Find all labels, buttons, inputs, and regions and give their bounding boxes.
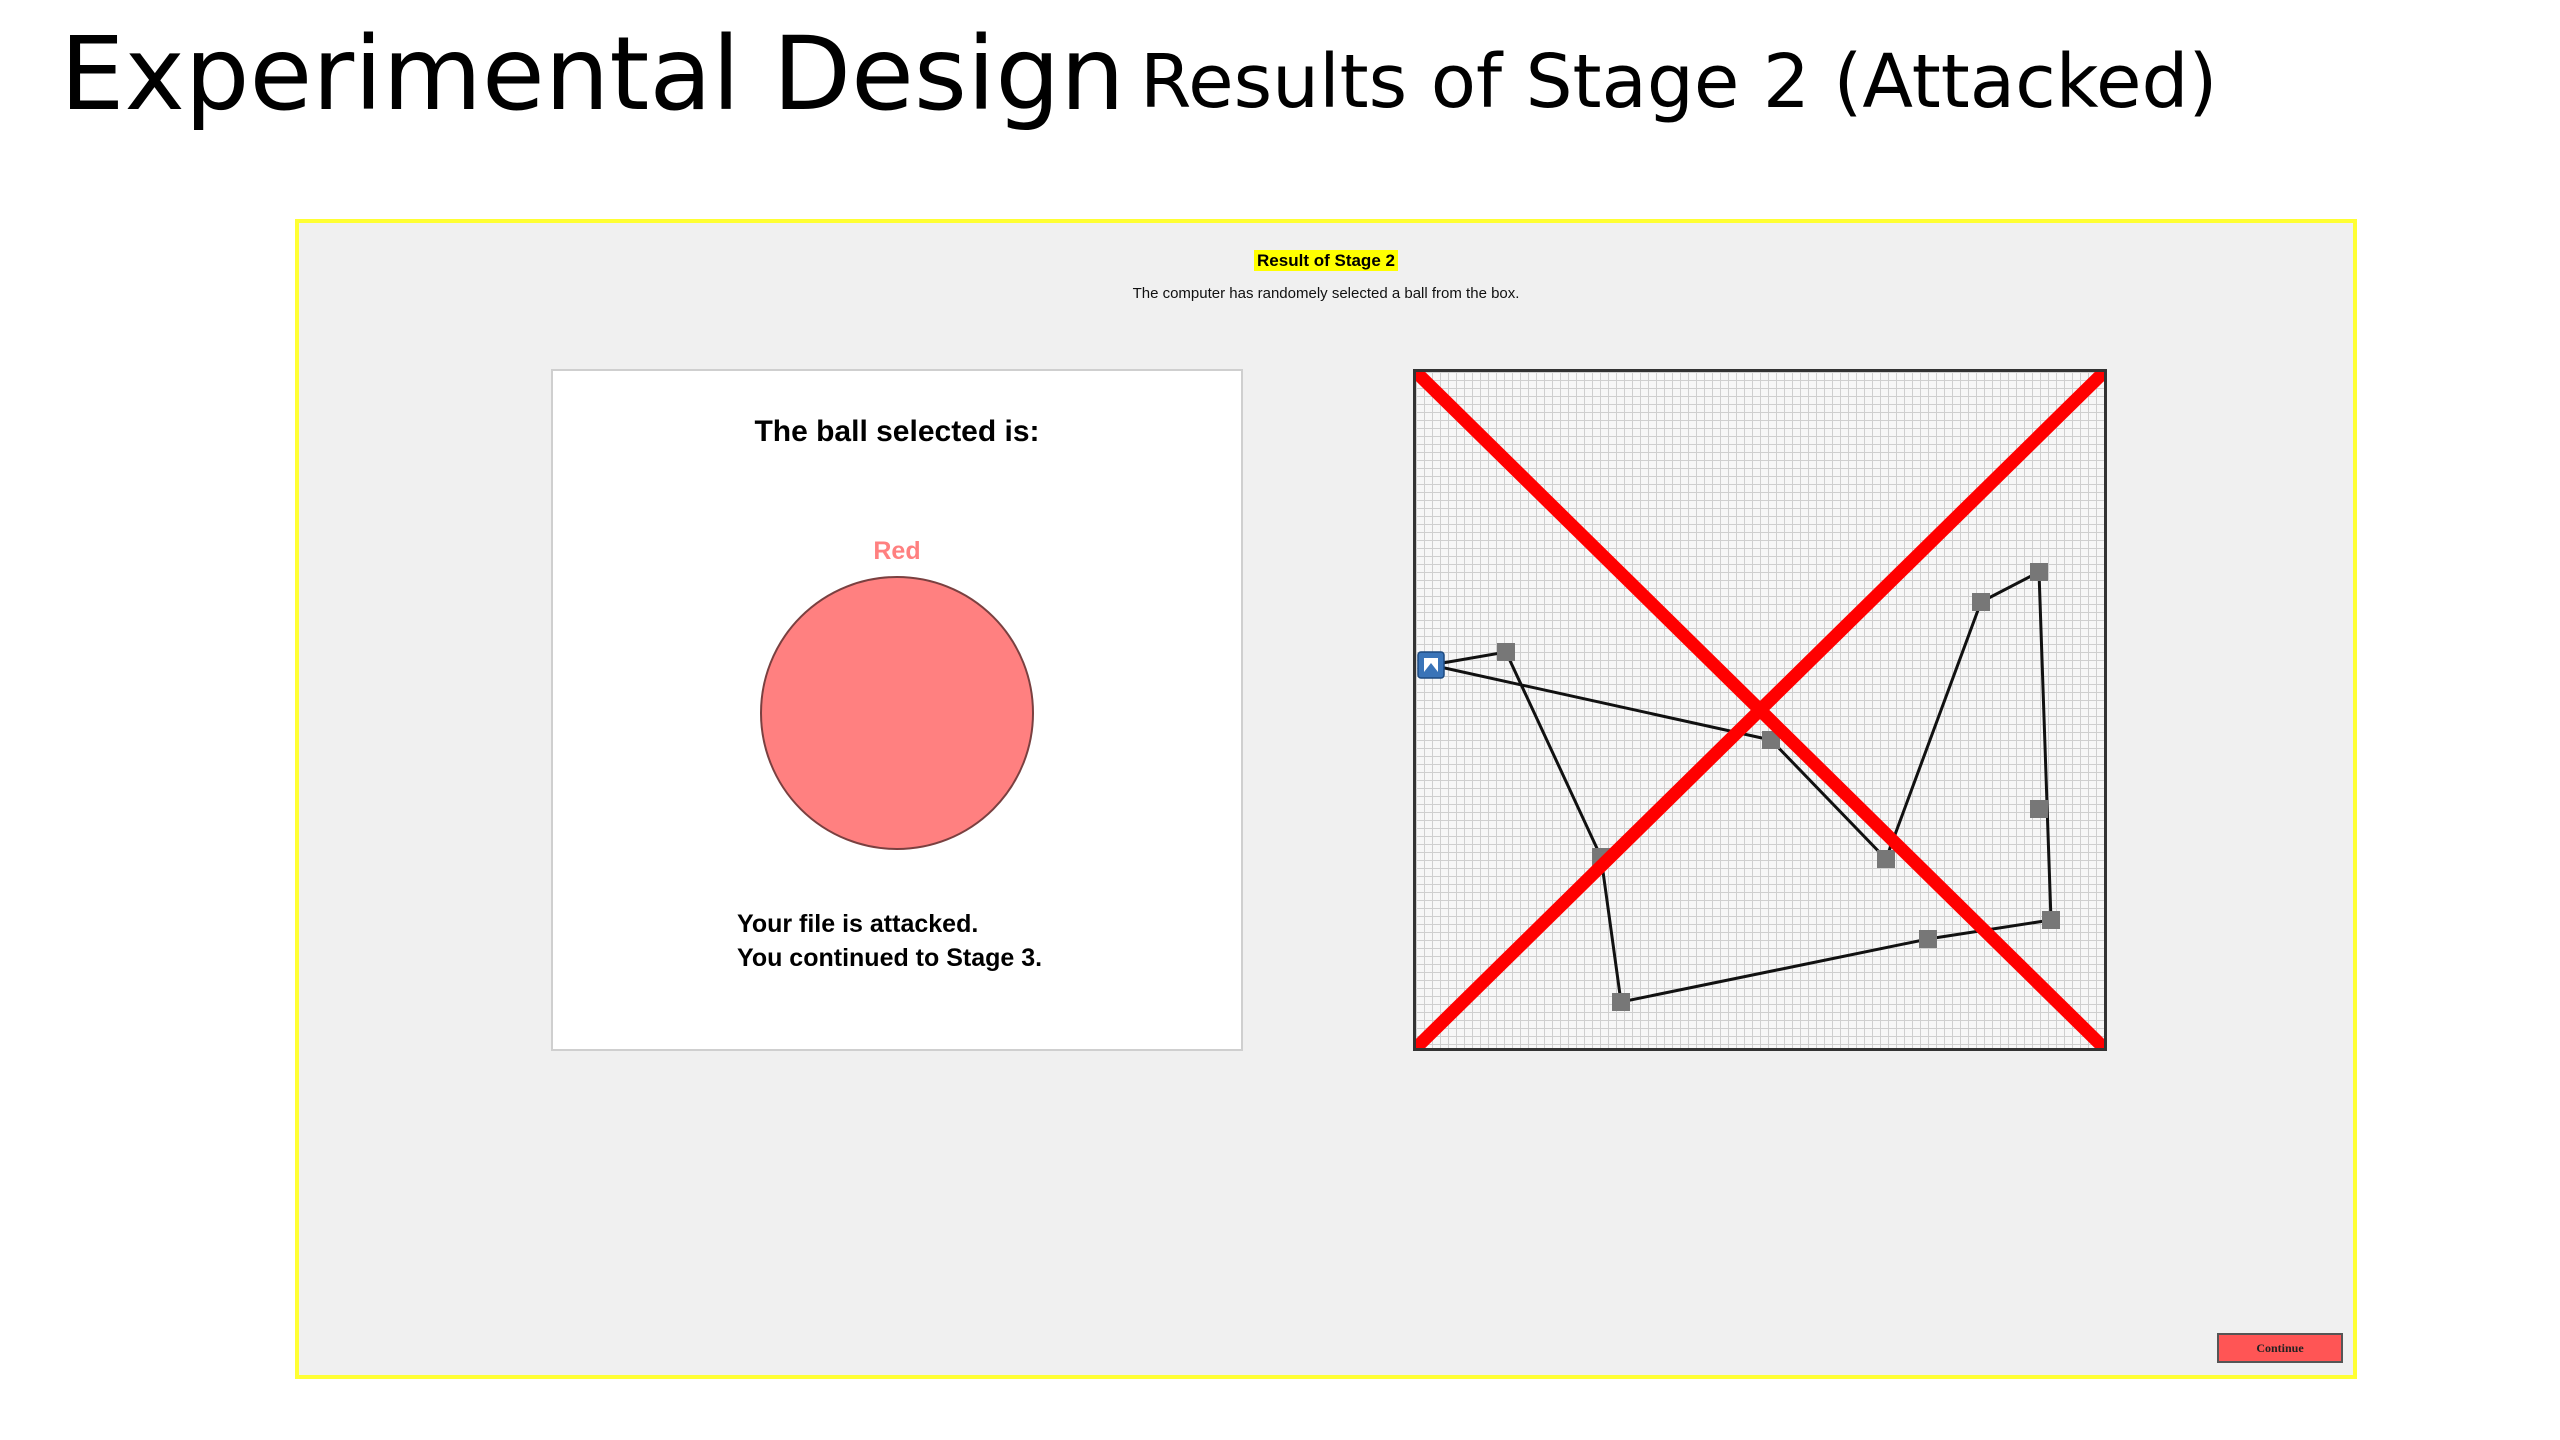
attack-message-line-2: You continued to Stage 3. — [737, 944, 1043, 972]
path-node — [2030, 800, 2048, 818]
ball-color-label: Red — [873, 537, 921, 565]
attack-result-message: Your file is attacked. You continued to … — [737, 907, 1042, 975]
file-path-grid — [1413, 369, 2107, 1051]
path-node — [2030, 563, 2048, 581]
path-node — [1919, 930, 1937, 948]
file-icon — [1417, 651, 1445, 679]
path-nodes — [1497, 563, 2060, 1011]
slide-title: Experimental Design — [60, 15, 1125, 134]
path-node — [1497, 643, 1515, 661]
path-node — [1972, 593, 1990, 611]
path-node — [1877, 850, 1895, 868]
stage-result-description: The computer has randomely selected a ba… — [1132, 285, 1520, 302]
attack-message-line-1: Your file is attacked. — [737, 910, 979, 938]
ball-result-panel: The ball selected is: Red Your file is a… — [551, 369, 1243, 1051]
ball-selected-heading: The ball selected is: — [754, 415, 1040, 448]
path-drawing — [1416, 372, 2104, 1048]
continue-button[interactable]: Continue — [2217, 1333, 2343, 1363]
path-node — [2042, 911, 2060, 929]
slide-subtitle: Results of Stage 2 (Attacked) — [1140, 39, 2218, 125]
selected-ball — [760, 576, 1034, 850]
path-node — [1612, 993, 1630, 1011]
stage-result-heading: Result of Stage 2 — [299, 250, 2353, 271]
stage-result-heading-text: Result of Stage 2 — [1254, 250, 1398, 271]
experiment-window: Result of Stage 2 The computer has rando… — [295, 219, 2357, 1379]
